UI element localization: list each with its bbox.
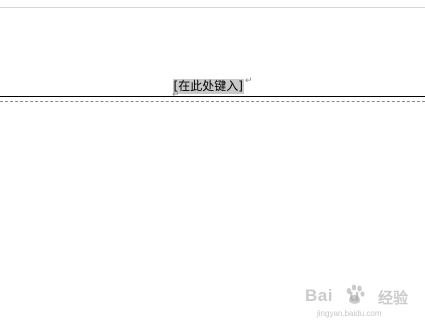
header-bottom-border: [0, 96, 425, 97]
paragraph-mark-icon: ↵: [172, 90, 180, 100]
watermark-brand-cn: 经验: [378, 289, 409, 307]
document-header[interactable]: [在此处键入] ↵ ↵: [0, 8, 425, 100]
baidu-watermark: Baiu 经验 jingyan.baidu.com: [305, 282, 420, 322]
watermark-url: jingyan.baidu.com: [317, 309, 382, 318]
header-divider-dashed: [0, 101, 425, 102]
paragraph-mark-icon: ↵: [244, 76, 253, 86]
header-line: [在此处键入] ↵: [0, 75, 425, 94]
paw-icon: [346, 284, 365, 304]
header-placeholder-field[interactable]: [在此处键入]: [172, 79, 244, 94]
